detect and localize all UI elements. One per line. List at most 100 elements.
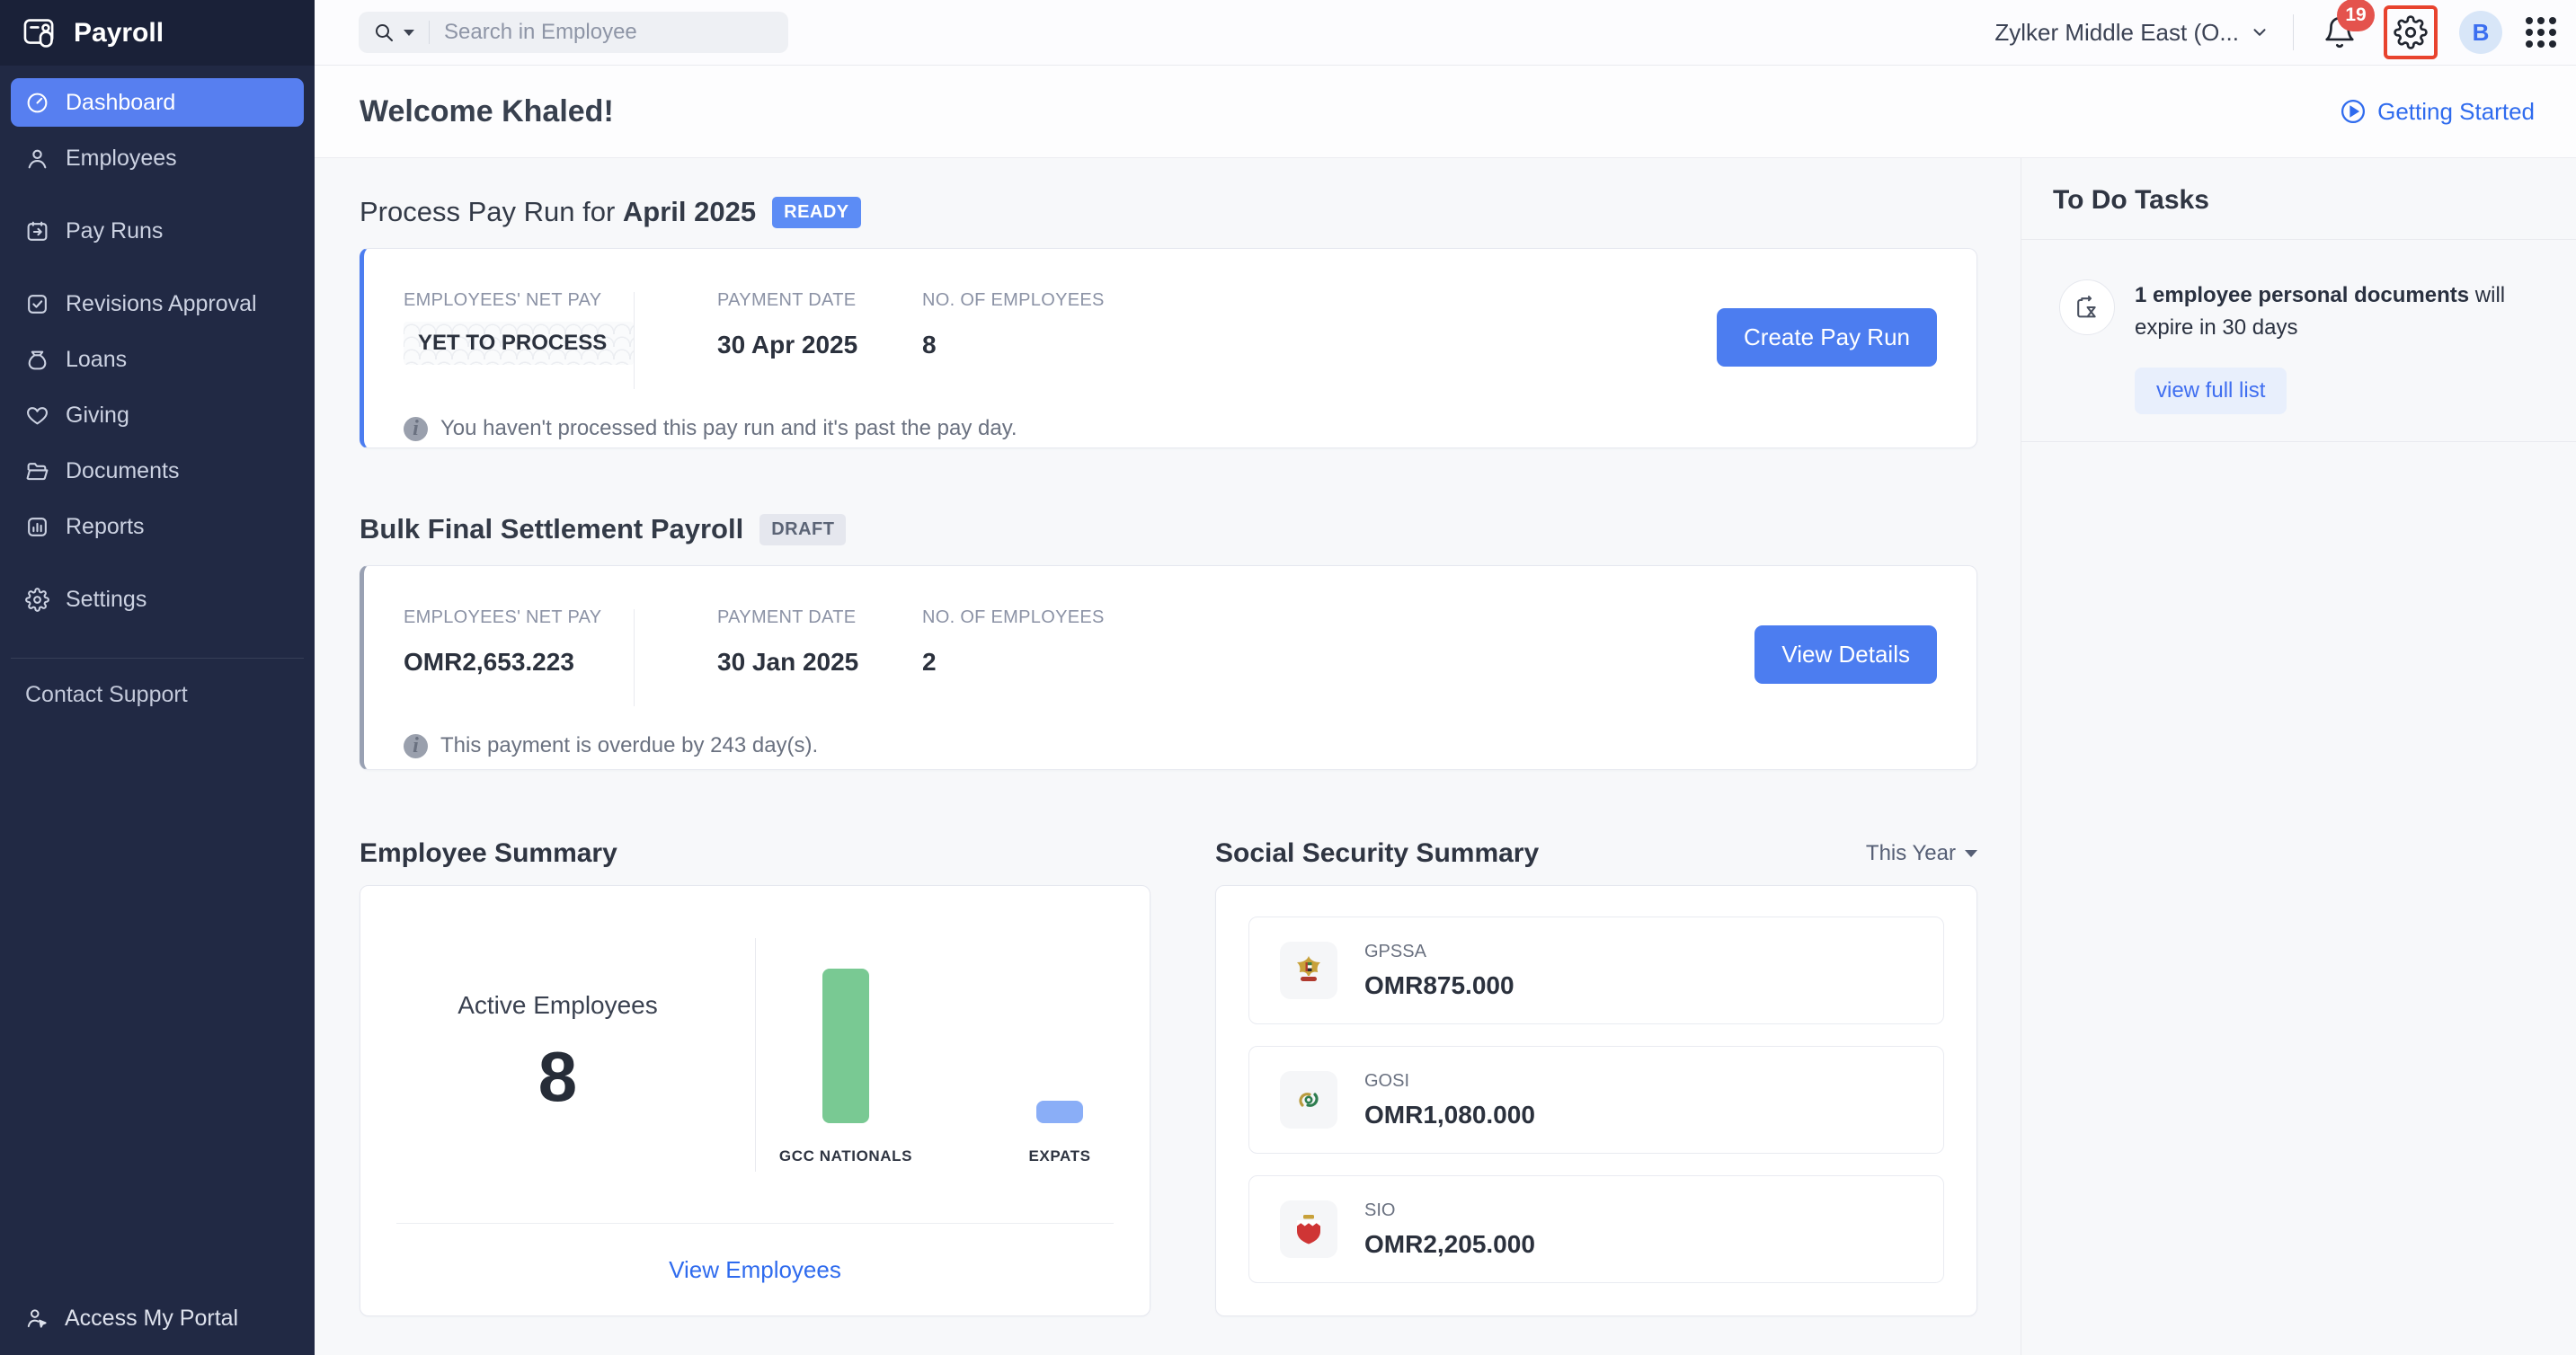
gear-icon	[25, 588, 49, 612]
stat-payment-date: PAYMENT DATE 30 Jan 2025	[717, 607, 922, 677]
pay-run-section-header: Process Pay Run for April 2025 READY	[360, 196, 1977, 228]
search-divider	[429, 21, 430, 44]
search-input[interactable]	[444, 20, 774, 45]
check-square-icon	[25, 292, 49, 316]
gosi-logo-icon	[1280, 1071, 1337, 1129]
sidebar-item-documents[interactable]: Documents	[11, 447, 304, 495]
summary-row: Employee Summary Active Employees 8	[360, 838, 1977, 1316]
stat-divider	[634, 292, 635, 389]
page-title: Welcome Khaled!	[360, 94, 614, 129]
stat-employee-count: NO. OF EMPLOYEES 8	[922, 290, 1105, 359]
stat-net-pay: EMPLOYEES' NET PAY YET TO PROCESS	[404, 290, 634, 365]
sidebar-nav: Dashboard Employees Pay Runs	[0, 66, 315, 631]
caret-down-icon	[1965, 850, 1977, 857]
pay-run-title: Process Pay Run for April 2025	[360, 196, 756, 228]
sidebar-item-pay-runs[interactable]: Pay Runs	[11, 207, 304, 255]
access-my-portal-label: Access My Portal	[65, 1306, 238, 1332]
employee-summary-title: Employee Summary	[360, 838, 617, 869]
pay-run-card: EMPLOYEES' NET PAY YET TO PROCESS PAYMEN…	[360, 248, 1977, 448]
stat-employee-count: NO. OF EMPLOYEES 2	[922, 607, 1105, 677]
social-security-section: Social Security Summary This Year	[1215, 838, 1977, 1316]
topbar-right-cluster: Zylker Middle East (O... 19	[1994, 7, 2556, 58]
employee-bar-chart: GCC NATIONALS EXPATS	[756, 942, 1150, 1168]
welcome-band: Welcome Khaled! Getting Started	[315, 66, 2576, 158]
social-security-card: GPSSA OMR875.000	[1215, 885, 1977, 1316]
create-pay-run-button[interactable]: Create Pay Run	[1717, 308, 1937, 367]
sidebar: Payroll Dashboard Employees	[0, 0, 315, 1355]
info-icon: i	[404, 734, 428, 758]
topbar-divider	[2293, 14, 2294, 50]
search-icon	[373, 22, 395, 43]
social-security-filter-dropdown[interactable]: This Year	[1866, 841, 1977, 866]
notification-badge: 19	[2337, 0, 2375, 31]
todo-panel: To Do Tasks 1 employee personal document…	[2021, 158, 2576, 1355]
global-search[interactable]	[359, 12, 788, 53]
employee-summary-card: Active Employees 8 GCC NATIONALS	[360, 885, 1150, 1316]
pay-run-info: i You haven't processed this pay run and…	[404, 416, 1976, 441]
status-badge-ready: READY	[772, 197, 861, 228]
settings-button[interactable]	[2385, 7, 2436, 58]
settlement-title: Bulk Final Settlement Payroll	[360, 513, 743, 545]
bar-expats: EXPATS	[992, 1101, 1127, 1168]
settlement-info: i This payment is overdue by 243 day(s).	[404, 733, 1976, 758]
chevron-down-icon	[2250, 22, 2270, 42]
annotation-highlight-box	[2384, 5, 2438, 59]
active-employees-stat: Active Employees 8	[360, 991, 755, 1118]
sidebar-item-label: Dashboard	[66, 90, 175, 116]
todo-title: To Do Tasks	[2053, 185, 2576, 216]
employee-summary-section: Employee Summary Active Employees 8	[360, 838, 1150, 1316]
topbar: Zylker Middle East (O... 19	[315, 0, 2576, 66]
sidebar-item-loans[interactable]: Loans	[11, 335, 304, 384]
bahrain-emblem-icon	[1280, 1200, 1337, 1258]
getting-started-link[interactable]: Getting Started	[2340, 98, 2535, 126]
sidebar-item-label: Giving	[66, 403, 129, 429]
avatar[interactable]: B	[2459, 11, 2502, 54]
apps-grid-icon[interactable]	[2526, 17, 2556, 48]
heart-icon	[25, 403, 49, 428]
search-scope-caret-icon[interactable]	[404, 30, 414, 36]
contact-support-link[interactable]: Contact Support	[11, 658, 304, 708]
social-security-row-gpssa[interactable]: GPSSA OMR875.000	[1248, 917, 1944, 1024]
play-circle-icon	[2340, 98, 2367, 125]
sidebar-item-label: Employees	[66, 146, 177, 172]
view-employees-link[interactable]: View Employees	[360, 1224, 1150, 1315]
sidebar-item-reports[interactable]: Reports	[11, 502, 304, 551]
todo-bottom-divider	[2021, 441, 2576, 442]
view-full-list-button[interactable]: view full list	[2135, 368, 2287, 414]
pay-run-stats: EMPLOYEES' NET PAY YET TO PROCESS PAYMEN…	[404, 290, 1976, 389]
bar-chart-icon	[25, 515, 49, 539]
sidebar-item-giving[interactable]: Giving	[11, 391, 304, 439]
sidebar-item-employees[interactable]: Employees	[11, 134, 304, 182]
todo-divider	[2021, 239, 2576, 240]
stat-payment-date: PAYMENT DATE 30 Apr 2025	[717, 290, 922, 359]
dashboard-content: Process Pay Run for April 2025 READY EMP…	[315, 158, 2576, 1355]
org-selector[interactable]: Zylker Middle East (O...	[1994, 19, 2270, 47]
sidebar-item-settings[interactable]: Settings	[11, 575, 304, 624]
getting-started-label: Getting Started	[2377, 98, 2535, 126]
sidebar-item-label: Reports	[66, 514, 145, 540]
main-column: Process Pay Run for April 2025 READY EMP…	[315, 158, 2021, 1355]
view-details-button[interactable]: View Details	[1754, 625, 1937, 684]
social-security-row-gosi[interactable]: GOSI OMR1,080.000	[1248, 1046, 1944, 1154]
money-bag-icon	[25, 348, 49, 372]
access-my-portal-link[interactable]: Access My Portal	[0, 1306, 315, 1355]
sidebar-item-label: Loans	[66, 347, 127, 373]
payroll-logo-icon	[22, 14, 59, 52]
todo-task-text: 1 employee personal documents will expir…	[2135, 279, 2554, 344]
todo-task-item: 1 employee personal documents will expir…	[2059, 279, 2554, 344]
sidebar-item-label: Revisions Approval	[66, 291, 257, 317]
social-security-row-sio[interactable]: SIO OMR2,205.000	[1248, 1175, 1944, 1283]
document-expiry-icon	[2059, 279, 2115, 335]
social-security-title: Social Security Summary	[1215, 838, 1539, 869]
yet-to-process-chip: YET TO PROCESS	[404, 322, 634, 365]
notifications-button[interactable]: 19	[2317, 10, 2362, 55]
settlement-card: EMPLOYEES' NET PAY OMR2,653.223 PAYMENT …	[360, 565, 1977, 770]
sidebar-item-dashboard[interactable]: Dashboard	[11, 78, 304, 127]
sidebar-item-revisions-approval[interactable]: Revisions Approval	[11, 279, 304, 328]
payroll-app: Payroll Dashboard Employees	[0, 0, 2576, 1355]
sidebar-item-label: Settings	[66, 587, 147, 613]
settlement-stats: EMPLOYEES' NET PAY OMR2,653.223 PAYMENT …	[404, 607, 1976, 706]
stat-divider	[634, 609, 635, 706]
bar-gcc-nationals: GCC NATIONALS	[778, 969, 913, 1168]
app-logo: Payroll	[0, 0, 315, 66]
